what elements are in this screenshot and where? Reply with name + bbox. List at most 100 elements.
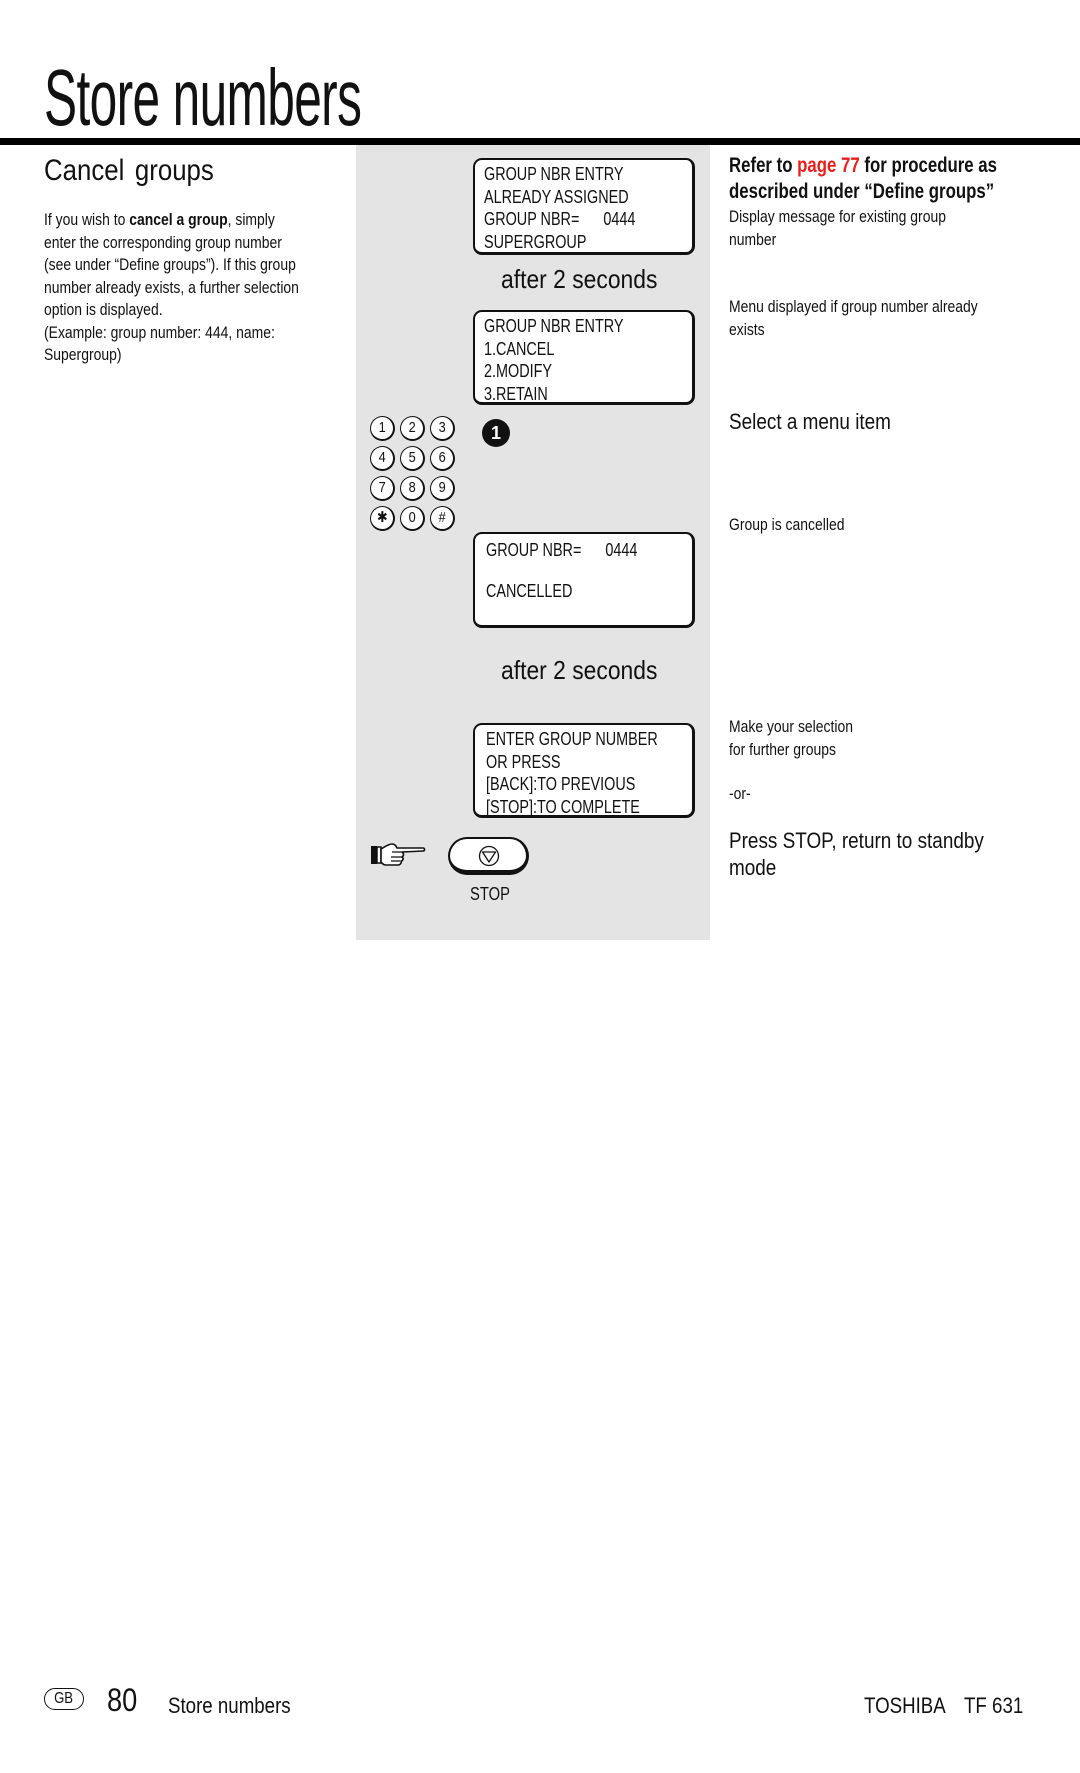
intro-pre: If you wish to — [44, 210, 130, 229]
instruction-text: Press STOP, return to standby — [729, 828, 984, 853]
footer-brand-text: TOSHIBA — [864, 1693, 946, 1718]
lcd-row: ENTER GROUP NUMBER — [486, 729, 658, 749]
delay-text: after 2 seconds — [501, 655, 658, 685]
press-stop-instruction: Press STOP, return to standby mode — [729, 827, 1025, 881]
keypad-key-label: 4 — [378, 449, 386, 466]
numeric-keypad: 1 2 3 4 5 6 7 8 9 ✱ 0 # — [370, 416, 462, 536]
keypad-key[interactable]: 9 — [430, 476, 455, 501]
intro-line: If you wish to cancel a group, simply — [44, 209, 372, 232]
lcd-row: 3.RETAIN — [484, 383, 548, 404]
lcd-value: 0444 — [603, 209, 636, 229]
intro-line: (see under “Define groups”). If this gro… — [44, 255, 296, 274]
keypad-key-label: 0 — [408, 509, 416, 526]
refer-line-2: described under “Define groups” — [729, 180, 995, 203]
keypad-key[interactable]: 8 — [400, 476, 425, 501]
stop-triangle-icon — [478, 845, 500, 867]
lcd-row: 2.MODIFY — [484, 361, 553, 381]
lcd-value: 0444 — [605, 540, 638, 560]
or-text: -or- — [729, 784, 751, 803]
keypad-key-label: 9 — [438, 479, 446, 496]
intro-line: number already exists, a further selecti… — [44, 277, 299, 297]
keypad-key[interactable]: 0 — [400, 506, 425, 531]
select-menu-instruction: Select a menu item — [729, 408, 917, 435]
page-title-text: Store numbers — [44, 53, 362, 142]
keypad-key-label: ✱ — [376, 509, 388, 526]
stop-label-text: STOP — [470, 884, 510, 904]
instruction-text: mode — [729, 855, 777, 880]
desc-line: number — [729, 229, 777, 249]
header-rule — [0, 138, 1080, 145]
page-77-link[interactable]: page 77 — [797, 154, 860, 177]
desc-line: Group is cancelled — [729, 515, 845, 534]
keypad-key[interactable]: 2 — [400, 416, 425, 441]
page-title: Store numbers — [44, 58, 556, 138]
page-number-text: 80 — [107, 1682, 138, 1718]
or-separator: -or- — [729, 783, 755, 806]
desc-line: Display message for existing group — [729, 207, 946, 226]
lcd-label: GROUP NBR= — [484, 209, 580, 229]
intro-bold: cancel a group — [129, 210, 228, 229]
lcd-display-menu: GROUP NBR ENTRY 1.CANCEL 2.MODIFY 3.RETA… — [473, 310, 695, 405]
make-selection-note: Make your selection for further groups — [729, 716, 880, 761]
keypad-key[interactable]: 6 — [430, 446, 455, 471]
lcd-row: OR PRESS — [486, 751, 561, 772]
keypad-key[interactable]: # — [430, 506, 455, 531]
lcd-row: [STOP]:TO COMPLETE — [486, 796, 640, 817]
keypad-key[interactable]: 4 — [370, 446, 395, 471]
keypad-key-label: 7 — [378, 479, 386, 496]
keypad-key-label: 2 — [408, 419, 416, 436]
desc-line: for further groups — [729, 739, 836, 759]
lcd-row: GROUP NBR ENTRY — [484, 164, 624, 184]
keypad-key[interactable]: 7 — [370, 476, 395, 501]
desc-line: exists — [729, 319, 765, 339]
keypad-key-label: # — [438, 509, 446, 526]
keypad-key-label: 5 — [408, 449, 416, 466]
refer-pre: Refer to — [729, 154, 798, 177]
footer-model: TF 631 — [964, 1693, 1034, 1719]
keypad-key-label: 8 — [408, 479, 416, 496]
footer-section-title: Store numbers — [168, 1693, 312, 1719]
desc-line: Menu displayed if group number already — [729, 297, 978, 316]
lcd-display-enter-group: ENTER GROUP NUMBER OR PRESS [BACK]:TO PR… — [473, 723, 695, 818]
footer-section-text: Store numbers — [168, 1693, 291, 1718]
lcd-row: [BACK]:TO PREVIOUS — [486, 774, 636, 794]
delay-label: after 2 seconds — [501, 655, 679, 685]
lcd-row: GROUP NBR ENTRY — [484, 316, 624, 336]
lcd-row: GROUP NBR= 0444 — [484, 208, 650, 231]
footer-model-text: TF 631 — [964, 1693, 1024, 1718]
lcd-row: 1.CANCEL — [484, 338, 555, 359]
page-number: 80 — [107, 1682, 143, 1718]
lcd-display-already-assigned: GROUP NBR ENTRY ALREADY ASSIGNED GROUP N… — [473, 158, 695, 255]
stop-button[interactable] — [448, 837, 529, 875]
keypad-key-label: 1 — [378, 419, 386, 436]
lcd-row: GROUP NBR= 0444 — [486, 540, 651, 560]
country-code: GB — [54, 1690, 74, 1707]
instruction-text: Select a menu item — [729, 409, 891, 434]
keypad-key[interactable]: ✱ — [370, 506, 395, 531]
refer-description: Display message for existing group numbe… — [729, 206, 994, 251]
refer-line-1: Refer to page 77 for procedure as — [729, 153, 997, 179]
keypad-key-label: 3 — [438, 419, 446, 436]
lcd-row: SUPERGROUP — [484, 231, 587, 252]
keypad-key[interactable]: 5 — [400, 446, 425, 471]
desc-line: Make your selection — [729, 717, 853, 736]
refer-post: for procedure as — [859, 154, 997, 177]
intro-line: (Example: group number: 444, name: — [44, 322, 275, 342]
menu-description: Menu displayed if group number already e… — [729, 296, 1032, 341]
intro-post: , simply — [227, 210, 275, 229]
delay-label: after 2 seconds — [501, 264, 679, 294]
lcd-label: GROUP NBR= — [486, 540, 582, 560]
keypad-key[interactable]: 1 — [370, 416, 395, 441]
section-title: Cancel groups — [44, 154, 241, 188]
refer-note: Refer to page 77 for procedure as descri… — [729, 153, 1064, 205]
keypad-key[interactable]: 3 — [430, 416, 455, 441]
group-cancelled-note: Group is cancelled — [729, 514, 870, 537]
section-title-text: Cancel groups — [44, 154, 214, 187]
pointing-hand-icon — [371, 843, 426, 866]
lcd-row: CANCELLED — [486, 581, 573, 601]
delay-text: after 2 seconds — [501, 264, 658, 294]
lcd-display-cancelled: GROUP NBR= 0444 CANCELLED — [473, 532, 695, 628]
country-badge: GB — [44, 1688, 84, 1710]
intro-line: option is displayed. — [44, 300, 163, 319]
pressed-key-badge: 1 — [482, 419, 510, 447]
